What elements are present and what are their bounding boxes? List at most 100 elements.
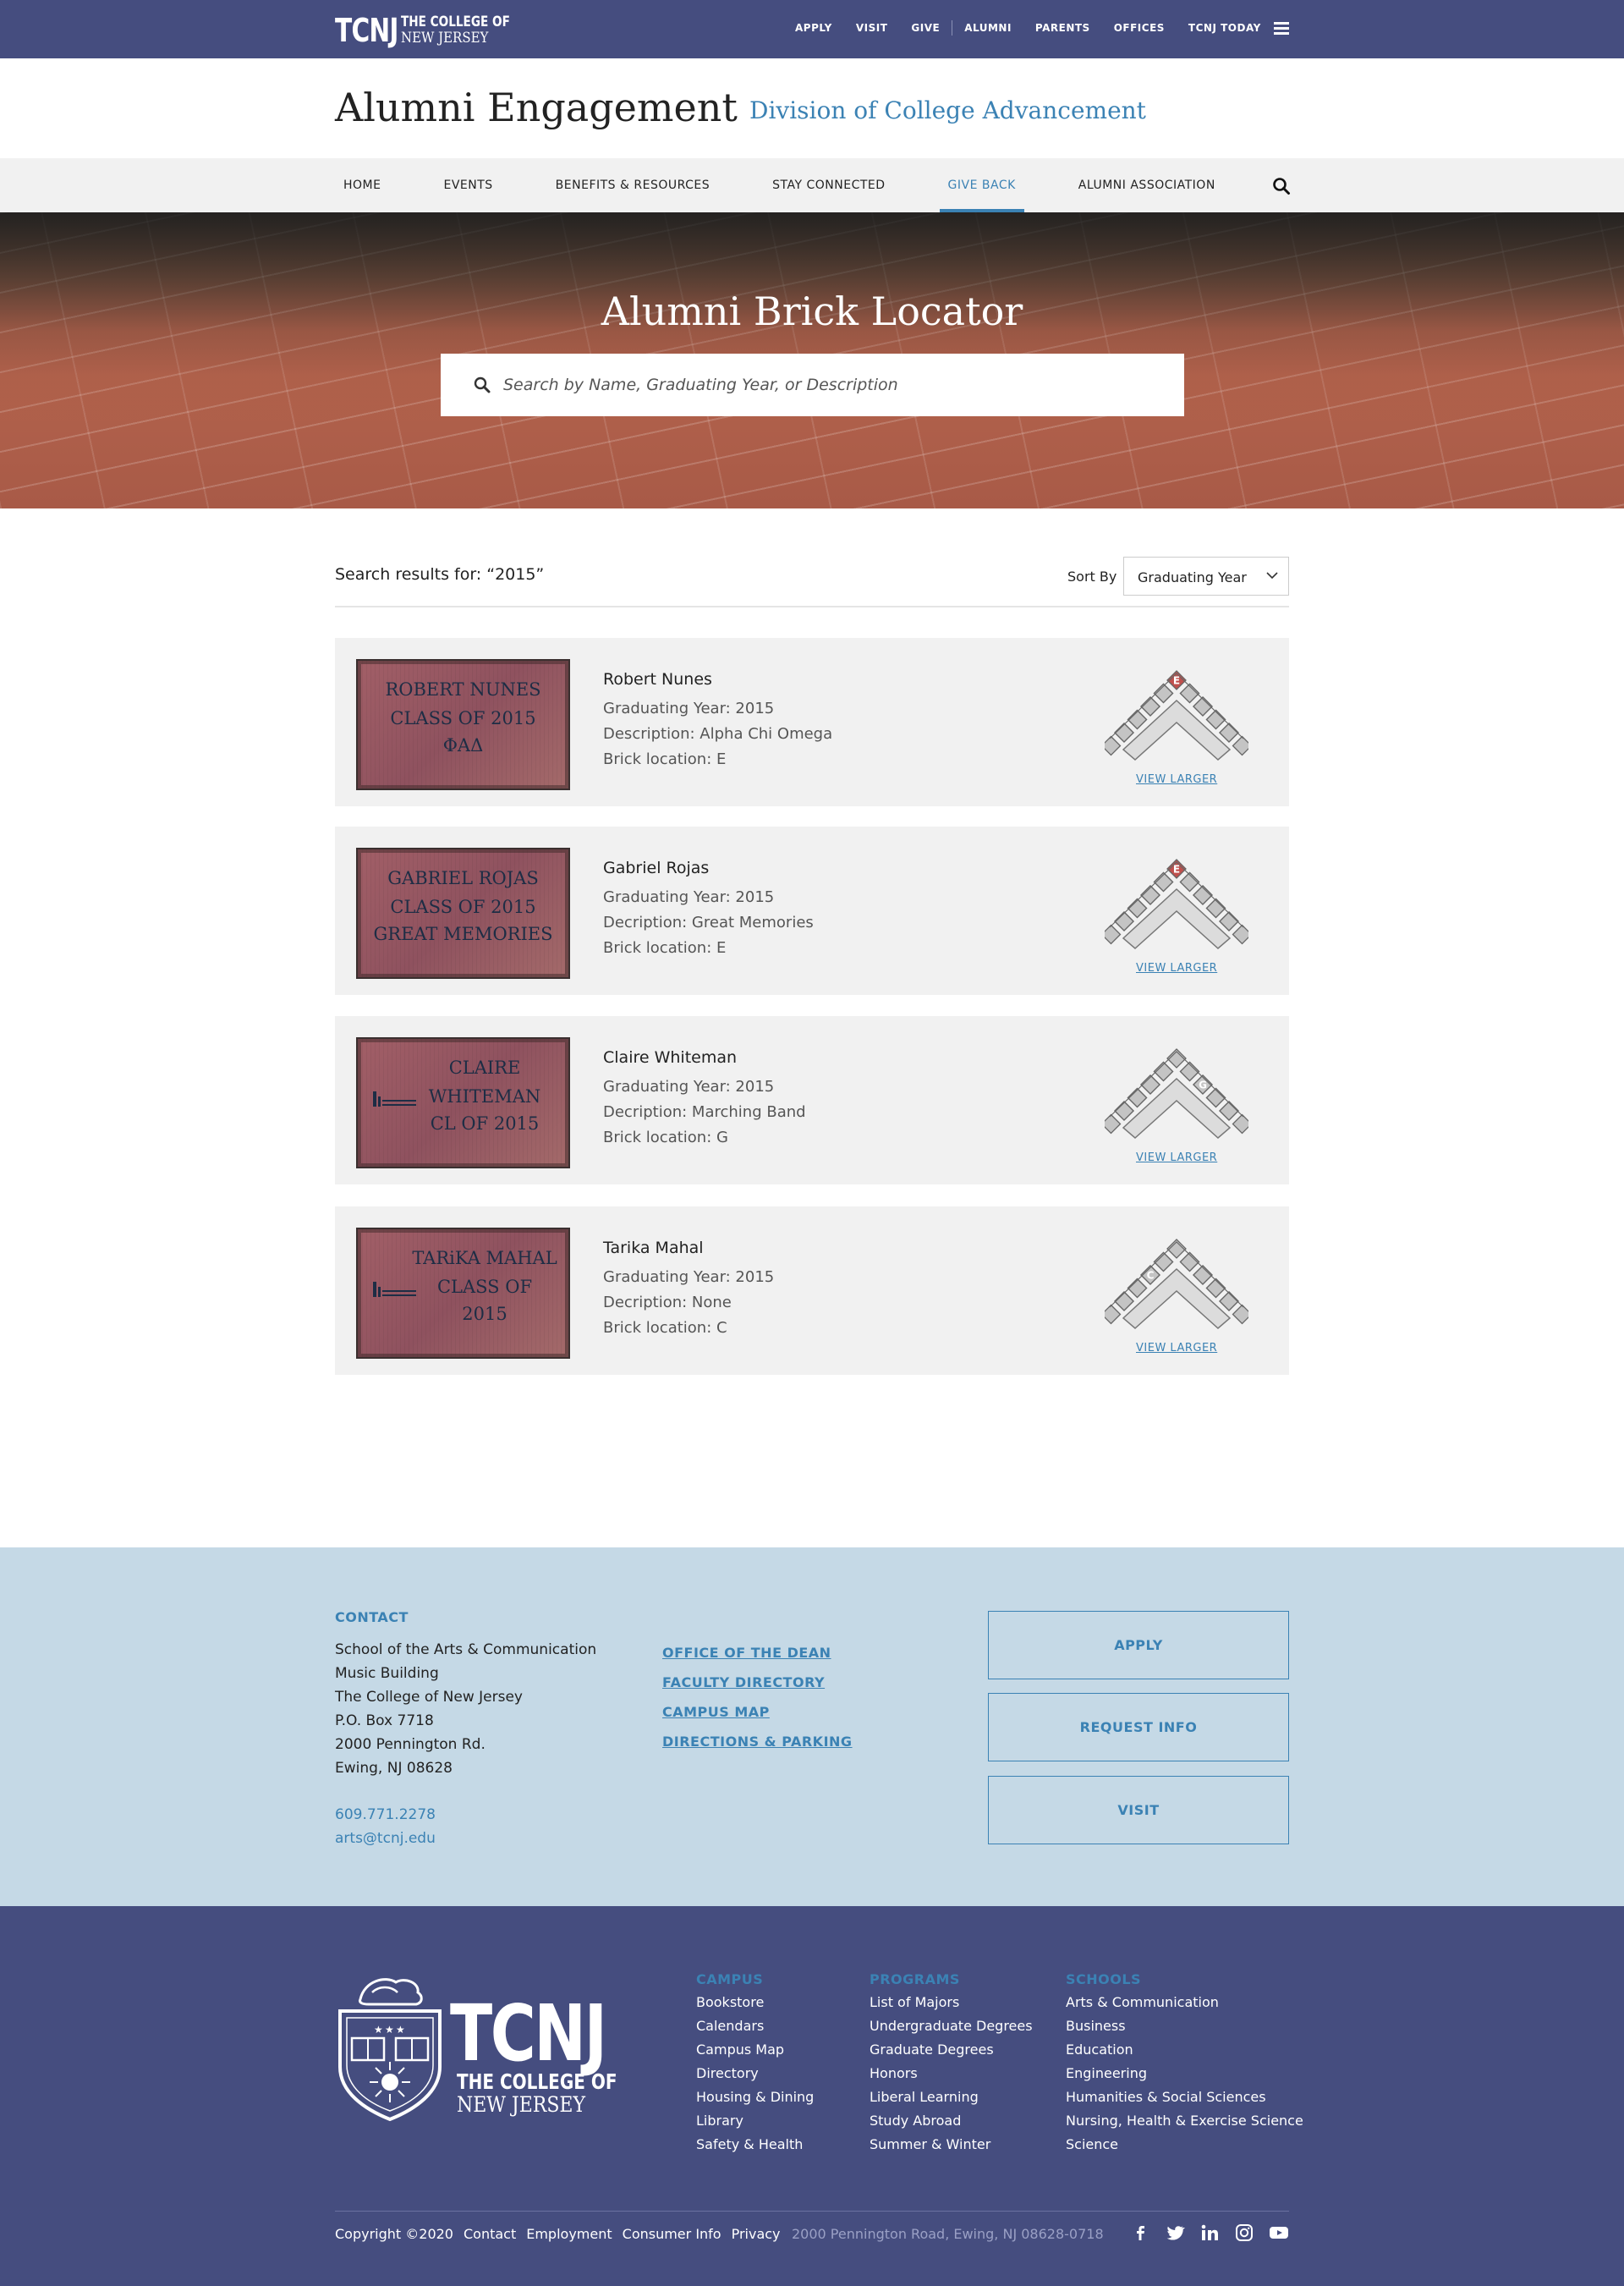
site-subtitle[interactable]: Division of College Advancement xyxy=(749,96,1146,124)
footer-link[interactable]: Directory xyxy=(696,2062,814,2085)
legal-link-consumer-info[interactable]: Consumer Info xyxy=(623,2226,721,2242)
linkedin-icon[interactable] xyxy=(1199,2223,1220,2243)
hero-title: Alumni Brick Locator xyxy=(601,288,1023,334)
brick-location-map[interactable]: E xyxy=(1105,665,1248,767)
address-line: Ewing, NJ 08628 xyxy=(335,1760,453,1777)
utility-link-offices[interactable]: OFFICES xyxy=(1114,22,1165,34)
address-line: School of the Arts & Communication xyxy=(335,1641,597,1658)
apply-button[interactable]: APPLY xyxy=(988,1611,1289,1679)
contact-quick-links: OFFICE OF THE DEAN FACULTY DIRECTORY CAM… xyxy=(662,1638,853,1756)
utility-link-visit[interactable]: VISIT xyxy=(856,22,888,34)
utility-link-alumni[interactable]: ALUMNI xyxy=(964,22,1012,34)
nav-item-benefits-resources[interactable]: BENEFITS & RESOURCES xyxy=(547,158,718,212)
legal-link-contact[interactable]: Contact xyxy=(464,2226,516,2242)
brick-location-map[interactable]: C xyxy=(1105,1234,1248,1335)
instagram-icon[interactable] xyxy=(1234,2223,1254,2243)
brick-inscription-line: CLASS OF 2015 xyxy=(390,708,536,728)
link-office-of-the-dean[interactable]: OFFICE OF THE DEAN xyxy=(662,1638,853,1668)
footer-address: 2000 Pennington Road, Ewing, NJ 08628-07… xyxy=(792,2226,1104,2242)
brick-location-map[interactable]: E xyxy=(1105,854,1248,955)
footer-link[interactable]: Engineering xyxy=(1066,2062,1303,2085)
brick-year: Graduating Year: 2015 xyxy=(603,700,775,717)
footer-column-schools: SCHOOLS Arts & Communication Business Ed… xyxy=(1066,1971,1303,2157)
hamburger-icon[interactable] xyxy=(1274,22,1289,36)
utility-link-give[interactable]: GIVE xyxy=(911,22,940,34)
footer-link[interactable]: Graduate Degrees xyxy=(870,2038,1033,2062)
brick-photo[interactable]: ROBERT NUNES CLASS OF 2015 ΦΑΔ xyxy=(356,659,570,790)
search-icon[interactable] xyxy=(1272,177,1291,195)
footer-link[interactable]: Science xyxy=(1066,2133,1303,2157)
footer-link[interactable]: Library xyxy=(696,2109,814,2133)
tcnj-logo[interactable]: TCNJ THE COLLEGE OF NEW JERSEY xyxy=(335,12,537,49)
brick-photo[interactable]: TARiKA MAHAL CLASS OF 2015 xyxy=(356,1228,570,1359)
youtube-icon[interactable] xyxy=(1269,2223,1289,2243)
footer-column-campus: CAMPUS Bookstore Calendars Campus Map Di… xyxy=(696,1971,814,2157)
alumni-name: Robert Nunes xyxy=(603,670,712,689)
footer-link[interactable]: Education xyxy=(1066,2038,1303,2062)
address-line: Music Building xyxy=(335,1665,439,1682)
view-larger-link[interactable]: VIEW LARGER xyxy=(1136,1151,1217,1164)
brick-year: Graduating Year: 2015 xyxy=(603,1268,775,1286)
legal-link-employment[interactable]: Employment xyxy=(526,2226,612,2242)
footer-link[interactable]: Liberal Learning xyxy=(870,2085,1033,2109)
footer-tcnj-logo[interactable]: TCNJ THE COLLEGE OF NEW JERSEY xyxy=(450,1995,657,2116)
legal-links: Copyright ©2020 Contact Employment Consu… xyxy=(335,2226,791,2242)
footer-link[interactable]: Safety & Health xyxy=(696,2133,814,2157)
brick-inscription-line: CLASS OF xyxy=(436,1277,533,1297)
footer-link[interactable]: Summer & Winter xyxy=(870,2133,1033,2157)
logo-line-2: NEW JERSEY xyxy=(401,30,489,47)
utility-link-apply[interactable]: APPLY xyxy=(795,22,832,34)
brick-result-card: TARiKA MAHAL CLASS OF 2015 Tarika Mahal Grad… xyxy=(335,1206,1289,1375)
twitter-icon[interactable] xyxy=(1165,2223,1185,2243)
link-faculty-directory[interactable]: FACULTY DIRECTORY xyxy=(662,1668,853,1697)
brick-description: Decription: Marching Band xyxy=(603,1103,806,1121)
footer-link[interactable]: Campus Map xyxy=(696,2038,814,2062)
link-directions-parking[interactable]: DIRECTIONS & PARKING xyxy=(662,1727,853,1756)
nav-item-home[interactable]: HOME xyxy=(335,158,389,212)
footer-link[interactable]: Study Abroad xyxy=(870,2109,1033,2133)
nav-item-stay-connected[interactable]: STAY CONNECTED xyxy=(764,158,893,212)
main-nav: HOME EVENTS BENEFITS & RESOURCES STAY CO… xyxy=(0,158,1624,212)
footer-link[interactable]: Bookstore xyxy=(696,1991,814,2014)
footer-link[interactable]: Housing & Dining xyxy=(696,2085,814,2109)
footer-link[interactable]: Nursing, Health & Exercise Science xyxy=(1066,2109,1303,2133)
view-larger-link[interactable]: VIEW LARGER xyxy=(1136,1342,1217,1355)
sort-select-value: Graduating Year xyxy=(1138,569,1247,585)
contact-phone-email: 609.771.2278 arts@tcnj.edu xyxy=(335,1803,436,1850)
footer-link[interactable]: Honors xyxy=(870,2062,1033,2085)
brick-photo[interactable]: GABRIEL ROJAS CLASS OF 2015 GREAT MEMORIES xyxy=(356,848,570,979)
nav-item-events[interactable]: EVENTS xyxy=(435,158,501,212)
brick-search-input[interactable] xyxy=(503,354,1163,416)
utility-link-tcnj-today[interactable]: TCNJ TODAY xyxy=(1188,22,1261,34)
brick-photo[interactable]: CLAIRE WHITEMAN CL OF 2015 xyxy=(356,1037,570,1168)
footer-link[interactable]: Arts & Communication xyxy=(1066,1991,1303,2014)
nav-item-give-back[interactable]: GIVE BACK xyxy=(939,158,1025,212)
alumni-name: Gabriel Rojas xyxy=(603,859,710,877)
brick-location: Brick location: E xyxy=(603,750,727,768)
contact-phone[interactable]: 609.771.2278 xyxy=(335,1803,436,1827)
utility-link-parents[interactable]: PARENTS xyxy=(1035,22,1090,34)
request-info-button[interactable]: REQUEST INFO xyxy=(988,1693,1289,1761)
footer-link[interactable]: Calendars xyxy=(696,2014,814,2038)
link-campus-map[interactable]: CAMPUS MAP xyxy=(662,1697,853,1727)
sort-select[interactable]: Graduating Year xyxy=(1123,557,1289,596)
brick-search-box[interactable] xyxy=(441,354,1184,416)
nav-item-alumni-association[interactable]: ALUMNI ASSOCIATION xyxy=(1070,158,1224,212)
chevron-down-icon xyxy=(1266,572,1278,580)
brick-result-card: ROBERT NUNES CLASS OF 2015 ΦΑΔ Robert Nunes… xyxy=(335,638,1289,806)
footer-link[interactable]: Business xyxy=(1066,2014,1303,2038)
facebook-icon[interactable] xyxy=(1130,2223,1150,2243)
legal-link-privacy[interactable]: Privacy xyxy=(732,2226,781,2242)
view-larger-link[interactable]: VIEW LARGER xyxy=(1136,773,1217,786)
footer-link[interactable]: Undergraduate Degrees xyxy=(870,2014,1033,2038)
brick-location-map[interactable]: G xyxy=(1105,1043,1248,1145)
footer-link[interactable]: Humanities & Social Sciences xyxy=(1066,2085,1303,2109)
footer-link[interactable]: List of Majors xyxy=(870,1991,1033,2014)
site-title[interactable]: Alumni Engagement xyxy=(335,85,738,130)
brick-year: Graduating Year: 2015 xyxy=(603,1078,775,1096)
view-larger-link[interactable]: VIEW LARGER xyxy=(1136,962,1217,975)
address-line: The College of New Jersey xyxy=(335,1689,523,1706)
college-seal-icon[interactable]: ★ ★ ★ xyxy=(335,1974,445,2122)
visit-button[interactable]: VISIT xyxy=(988,1776,1289,1844)
contact-email[interactable]: arts@tcnj.edu xyxy=(335,1827,436,1850)
